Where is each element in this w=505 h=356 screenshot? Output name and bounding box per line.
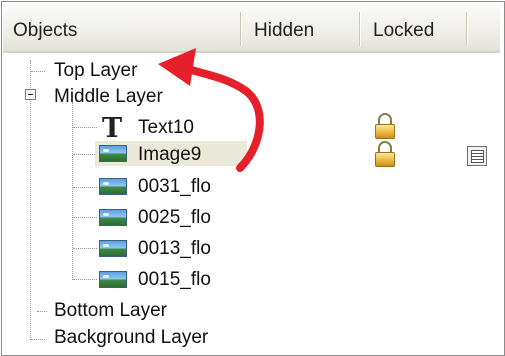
curved-arrow-annotation	[158, 48, 264, 172]
